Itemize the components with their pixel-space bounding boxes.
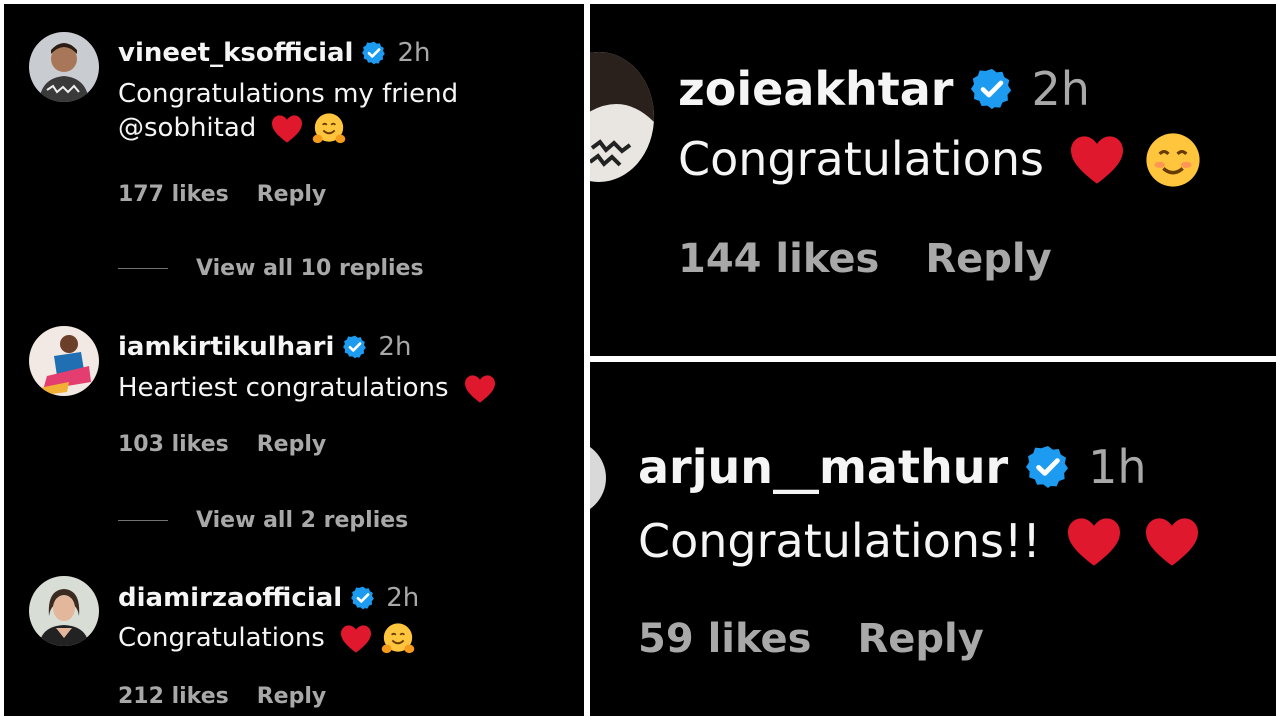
comment-meta: 212 likes Reply (118, 684, 326, 709)
comment-text: Congratulations (118, 622, 415, 656)
comment-username-row: zoieakhtar 2h (678, 62, 1090, 116)
likes-count[interactable]: 177 likes (118, 182, 229, 207)
comment-text-line: Congratulations my friend (118, 79, 459, 109)
verified-badge-icon (350, 585, 376, 611)
comment-meta: 144 likes Reply (678, 236, 1052, 282)
view-replies-button[interactable]: View all 2 replies (118, 508, 408, 533)
divider-line (118, 520, 168, 521)
hugging-face-icon (381, 622, 415, 656)
comment-timestamp: 2h (386, 583, 420, 613)
verified-badge-icon (1024, 443, 1072, 491)
username-link[interactable]: zoieakhtar (678, 62, 953, 116)
reply-button[interactable]: Reply (257, 432, 327, 457)
reply-button[interactable]: Reply (257, 182, 327, 207)
heart-icon (1143, 516, 1201, 568)
heart-icon (270, 114, 304, 144)
view-replies-label: View all 10 replies (196, 256, 424, 281)
username-link[interactable]: arjun__mathur (638, 440, 1008, 494)
comment-text: Congratulations (678, 130, 1202, 190)
verified-badge-icon (969, 66, 1015, 112)
smiling-face-icon (1144, 131, 1202, 189)
comment-text: Heartiest congratulations (118, 372, 497, 406)
mention-link[interactable]: @sobhitad (118, 112, 256, 146)
heart-icon (1068, 134, 1126, 186)
username-link[interactable]: diamirzaofficial (118, 583, 342, 613)
reply-button[interactable]: Reply (925, 236, 1051, 282)
avatar[interactable] (590, 440, 606, 516)
view-replies-label: View all 2 replies (196, 508, 409, 533)
comment-username-row: arjun__mathur 1h (638, 440, 1147, 494)
likes-count[interactable]: 103 likes (118, 432, 229, 457)
comment-panel-zoomed: arjun__mathur 1h Congratulations!! 59 li… (590, 362, 1276, 716)
comment-username-row: diamirzaofficial 2h (118, 583, 419, 613)
heart-icon (463, 374, 497, 404)
avatar[interactable] (29, 576, 99, 646)
comment-text-line: Congratulations!! (638, 514, 1041, 568)
comment-timestamp: 2h (397, 38, 431, 68)
comment-username-row: vineet_ksofficial 2h (118, 38, 431, 68)
comment-text: Congratulations!! (638, 512, 1201, 572)
comment-text: Congratulations my friend @sobhitad (118, 78, 458, 146)
heart-icon (339, 624, 373, 654)
hugging-face-icon (312, 112, 346, 146)
username-link[interactable]: vineet_ksofficial (118, 38, 353, 68)
comment-meta: 59 likes Reply (638, 616, 984, 662)
comment-text-line: Congratulations (678, 132, 1044, 186)
comment-meta: 103 likes Reply (118, 432, 326, 457)
comment-panel-left: vineet_ksofficial 2h Congratulations my … (4, 4, 584, 716)
avatar[interactable] (29, 326, 99, 396)
view-replies-button[interactable]: View all 10 replies (118, 256, 424, 281)
heart-icon (1065, 516, 1123, 568)
comment-text-line: Congratulations (118, 623, 325, 654)
likes-count[interactable]: 144 likes (678, 236, 879, 282)
avatar[interactable] (590, 52, 654, 182)
avatar[interactable] (29, 32, 99, 102)
comment-timestamp: 2h (1031, 62, 1090, 116)
comment-timestamp: 2h (378, 332, 412, 362)
comment-text-line: Heartiest congratulations (118, 373, 449, 403)
comment-meta: 177 likes Reply (118, 182, 326, 207)
verified-badge-icon (361, 40, 387, 66)
comment-panel-zoomed: zoieakhtar 2h Congratulations 144 likes … (590, 4, 1276, 356)
username-link[interactable]: iamkirtikulhari (118, 332, 334, 362)
comment-username-row: iamkirtikulhari 2h (118, 332, 411, 362)
likes-count[interactable]: 212 likes (118, 684, 229, 709)
divider-line (118, 268, 168, 269)
reply-button[interactable]: Reply (857, 616, 983, 662)
reply-button[interactable]: Reply (257, 684, 327, 709)
verified-badge-icon (342, 334, 368, 360)
likes-count[interactable]: 59 likes (638, 616, 811, 662)
comment-timestamp: 1h (1088, 440, 1147, 494)
